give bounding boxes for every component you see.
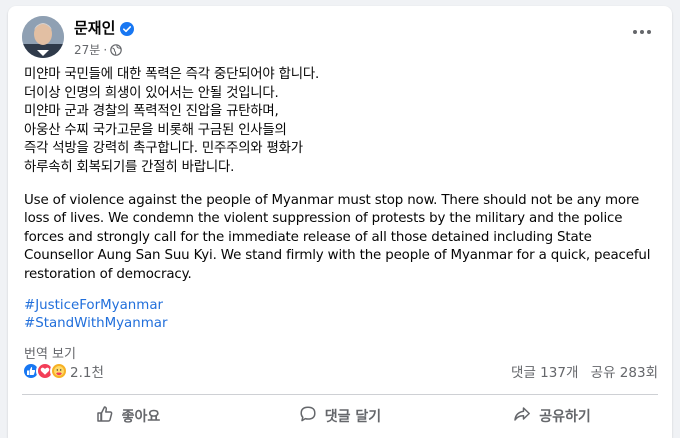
author-avatar[interactable]: [22, 16, 64, 58]
share-arrow-icon: [513, 405, 531, 427]
like-button[interactable]: 좋아요: [22, 398, 234, 434]
hashtag-link[interactable]: #JusticeForMyanmar: [24, 297, 658, 316]
post-body: 미얀마 국민들에 대한 폭력은 즉각 중단되어야 합니다. 더이상 인명의 희생…: [24, 66, 658, 364]
author-name[interactable]: 문재인: [74, 17, 115, 38]
reactions-summary[interactable]: 2.1천: [22, 361, 104, 381]
hashtag-link[interactable]: #StandWithMyanmar: [24, 315, 658, 334]
more-options-icon[interactable]: [628, 22, 656, 42]
meta-separator: ·: [103, 42, 108, 57]
share-button[interactable]: 공유하기: [446, 398, 658, 434]
public-globe-icon: [110, 43, 122, 56]
actions-divider: [22, 394, 658, 395]
korean-line: 미얀마 군과 경찰의 폭력적인 진압을 규탄하며,: [24, 104, 279, 120]
post-header: 문재인 27분 ·: [22, 14, 660, 62]
korean-line: 아웅산 수찌 국가고문을 비롯해 구금된 인사들의: [24, 122, 287, 138]
comment-count[interactable]: 댓글 137개: [511, 365, 578, 381]
engagement-counts: 댓글 137개 공유 283회: [511, 361, 658, 381]
thumbs-up-icon: [96, 405, 114, 427]
share-label: 공유하기: [539, 409, 591, 425]
post-timestamp[interactable]: 27분: [74, 41, 100, 58]
post-meta: 27분 ·: [74, 41, 122, 58]
korean-line: 즉각 석방을 강력히 촉구합니다. 민주주의와 평화가: [24, 141, 303, 157]
post-actions: 좋아요 댓글 달기 공유하기: [22, 398, 658, 434]
korean-line: 하루속히 회복되기를 간절히 바랍니다.: [24, 159, 235, 175]
korean-line: 미얀마 국민들에 대한 폭력은 즉각 중단되어야 합니다.: [24, 67, 320, 82]
hashtags: #JusticeForMyanmar #StandWithMyanmar: [24, 297, 658, 334]
comment-label: 댓글 달기: [324, 409, 382, 425]
comment-bubble-icon: [299, 405, 317, 427]
share-count[interactable]: 공유 283회: [591, 365, 658, 381]
like-label: 좋아요: [121, 409, 161, 425]
korean-text: 미얀마 국민들에 대한 폭력은 즉각 중단되어야 합니다. 더이상 인명의 희생…: [24, 66, 658, 178]
comment-button[interactable]: 댓글 달기: [234, 398, 446, 434]
english-text: Use of violence against the people of My…: [24, 192, 651, 282]
post-stats: 2.1천 댓글 137개 공유 283회: [22, 358, 658, 384]
care-reaction-icon: [50, 362, 68, 380]
reaction-count: 2.1천: [70, 365, 104, 381]
post-card: 문재인 27분 · 미얀마 국민들에 대한 폭력은 즉각 중단되어야 합니다. …: [8, 6, 672, 438]
korean-line: 더이상 인명의 희생이 있어서는 안될 것입니다.: [24, 85, 279, 101]
verified-badge-icon: [120, 21, 135, 36]
